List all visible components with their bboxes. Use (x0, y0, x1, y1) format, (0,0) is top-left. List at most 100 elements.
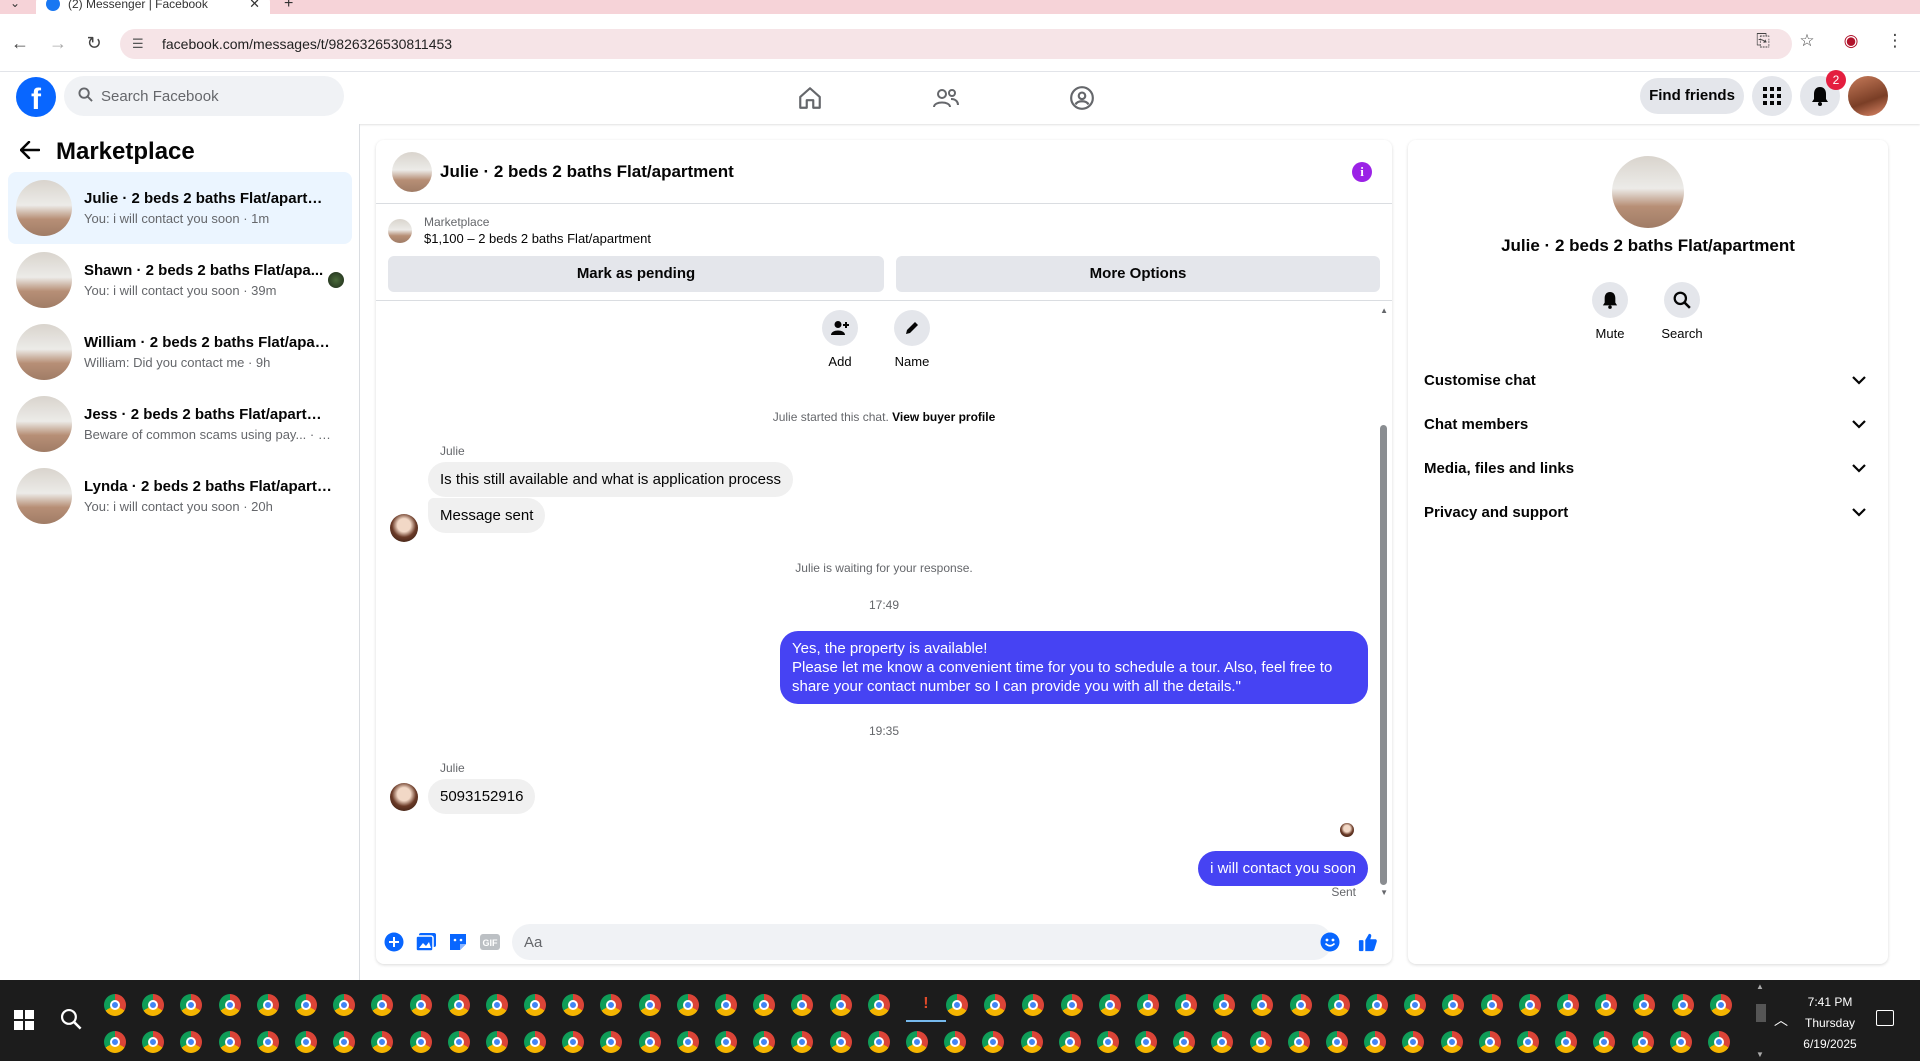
conversation-item-shawn[interactable]: Shawn · 2 beds 2 baths Flat/apa... You: … (8, 244, 352, 316)
privacy-support-section[interactable]: Privacy and support (1416, 490, 1880, 534)
site-info-icon[interactable]: ☰ (132, 36, 148, 52)
chrome-taskbar-icon[interactable] (1326, 1030, 1348, 1053)
conversation-item-lynda[interactable]: Lynda · 2 beds 2 baths Flat/apartm... Yo… (8, 460, 352, 532)
chrome-taskbar-icon[interactable] (142, 993, 165, 1016)
chrome-taskbar-icon[interactable] (1173, 1030, 1196, 1053)
chrome-taskbar-icon[interactable] (1175, 993, 1198, 1016)
chrome-taskbar-icon[interactable] (1518, 993, 1541, 1016)
home-icon[interactable] (790, 78, 830, 118)
chrome-taskbar-icon[interactable] (218, 993, 241, 1016)
chrome-taskbar-icon[interactable] (1135, 1030, 1158, 1053)
chrome-taskbar-icon[interactable] (1366, 993, 1388, 1016)
chrome-taskbar-icon[interactable] (562, 993, 585, 1016)
chrome-taskbar-icon[interactable] (1440, 1030, 1463, 1053)
account-avatar[interactable] (1848, 76, 1888, 116)
chrome-taskbar-icon[interactable] (1631, 1030, 1654, 1053)
windows-start-icon[interactable] (14, 1010, 34, 1030)
chrome-taskbar-icon[interactable] (294, 993, 317, 1016)
chrome-taskbar-icon[interactable] (1020, 1030, 1043, 1053)
chrome-taskbar-icon[interactable] (867, 1030, 890, 1053)
forward-arrow-icon[interactable]: → (46, 31, 70, 55)
chrome-taskbar-icon[interactable] (256, 1030, 279, 1053)
chrome-taskbar-icon[interactable] (180, 1030, 203, 1053)
chrome-taskbar-icon[interactable] (676, 993, 699, 1016)
listing-price[interactable]: $1,100 – 2 beds 2 baths Flat/apartment (424, 231, 651, 246)
system-clock[interactable]: 7:41 PM Thursday 6/19/2025 (1800, 992, 1860, 1055)
incoming-message[interactable]: Is this still available and what is appl… (428, 462, 794, 497)
profile-icon[interactable]: ◉ (1840, 31, 1862, 51)
chrome-taskbar-icon[interactable] (1516, 1030, 1539, 1053)
chrome-taskbar-icon[interactable] (180, 993, 203, 1016)
back-arrow-icon[interactable]: ← (8, 31, 32, 55)
menu-grid-icon[interactable] (1752, 76, 1792, 116)
chrome-taskbar-icon[interactable] (867, 993, 890, 1016)
chrome-taskbar-icon[interactable] (1633, 993, 1656, 1016)
name-chat-action[interactable]: Name (882, 310, 942, 369)
chrome-taskbar-icon[interactable] (1211, 1030, 1234, 1053)
chrome-taskbar-icon[interactable] (409, 993, 432, 1016)
chrome-taskbar-icon[interactable] (753, 993, 776, 1016)
scroll-down-arrow-icon[interactable]: ▼ (1380, 888, 1388, 897)
chrome-taskbar-icon[interactable] (485, 1030, 508, 1053)
chrome-taskbar-icon[interactable] (1595, 993, 1618, 1016)
chrome-taskbar-icon[interactable] (447, 993, 470, 1016)
chrome-taskbar-icon[interactable] (944, 1030, 967, 1053)
back-arrow-icon[interactable] (19, 138, 41, 166)
chrome-taskbar-icon[interactable] (638, 1030, 661, 1053)
view-buyer-profile-link[interactable]: View buyer profile (892, 410, 995, 424)
chrome-taskbar-icon[interactable] (218, 1030, 241, 1053)
conversation-item-william[interactable]: William · 2 beds 2 baths Flat/apart... W… (8, 316, 352, 388)
taskbar-active-app-icon[interactable]: ! (905, 988, 946, 1022)
chrome-taskbar-icon[interactable] (294, 1030, 317, 1053)
chrome-taskbar-icon[interactable] (945, 993, 968, 1016)
chrome-taskbar-icon[interactable] (905, 1030, 928, 1053)
sticker-icon[interactable] (448, 932, 468, 952)
scroll-up-arrow-icon[interactable]: ▲ (1380, 306, 1388, 315)
chrome-taskbar-icon[interactable] (1593, 1030, 1616, 1053)
chrome-taskbar-icon[interactable] (1442, 993, 1465, 1016)
chat-members-section[interactable]: Chat members (1416, 402, 1880, 446)
chrome-taskbar-icon[interactable] (1327, 993, 1350, 1016)
chrome-taskbar-icon[interactable] (753, 1030, 776, 1053)
chat-avatar-large[interactable] (1612, 156, 1684, 228)
facebook-search-box[interactable]: Search Facebook (64, 76, 344, 116)
chrome-taskbar-icon[interactable] (1402, 1030, 1425, 1053)
chrome-taskbar-icon[interactable] (1669, 1030, 1692, 1053)
chrome-taskbar-icon[interactable] (1364, 1030, 1387, 1053)
conversation-item-jess[interactable]: Jess · 2 beds 2 baths Flat/apartment Bew… (8, 388, 352, 460)
chrome-taskbar-icon[interactable] (715, 1030, 737, 1053)
chrome-taskbar-icon[interactable] (1136, 993, 1159, 1016)
info-icon[interactable]: i (1352, 162, 1372, 182)
customise-chat-section[interactable]: Customise chat (1416, 358, 1880, 402)
chat-title[interactable]: Julie · 2 beds 2 baths Flat/apartment (440, 162, 734, 182)
tab-search-dropdown[interactable]: ⌄ (10, 0, 20, 10)
plus-circle-icon[interactable] (384, 932, 404, 952)
chrome-taskbar-icon[interactable] (142, 1030, 165, 1053)
chrome-taskbar-icon[interactable] (256, 993, 279, 1016)
search-in-chat-action[interactable]: Search (1652, 282, 1712, 341)
address-bar[interactable]: ☰ facebook.com/messages/t/98263265308114… (120, 29, 1792, 59)
chrome-taskbar-icon[interactable] (1251, 993, 1274, 1016)
photo-icon[interactable] (416, 932, 436, 952)
chrome-taskbar-icon[interactable] (600, 993, 623, 1016)
mute-action[interactable]: Mute (1580, 282, 1640, 341)
gif-icon[interactable]: GIF (480, 932, 500, 952)
add-people-action[interactable]: Add (810, 310, 870, 369)
chrome-taskbar-icon[interactable] (1480, 993, 1503, 1016)
new-tab-icon[interactable]: + (284, 0, 293, 13)
chrome-taskbar-icon[interactable] (333, 993, 356, 1016)
facebook-logo-icon[interactable]: f (16, 77, 56, 117)
chrome-taskbar-icon[interactable] (1058, 1030, 1081, 1053)
chrome-taskbar-icon[interactable] (104, 1030, 126, 1053)
message-input[interactable] (512, 924, 1332, 960)
chrome-taskbar-icon[interactable] (1556, 993, 1579, 1016)
taskbar-scroll[interactable]: ▲ ▼ (1756, 980, 1766, 1061)
chrome-taskbar-icon[interactable] (562, 1030, 585, 1053)
incoming-message[interactable]: Message sent (428, 498, 546, 533)
chrome-taskbar-icon[interactable] (600, 1030, 623, 1053)
chrome-taskbar-icon[interactable] (829, 993, 852, 1016)
chrome-taskbar-icon[interactable] (1249, 1030, 1272, 1053)
chrome-taskbar-icon[interactable] (1707, 1030, 1730, 1053)
outgoing-message[interactable]: Yes, the property is available! Please l… (780, 631, 1368, 704)
action-center-icon[interactable] (1876, 1010, 1894, 1026)
